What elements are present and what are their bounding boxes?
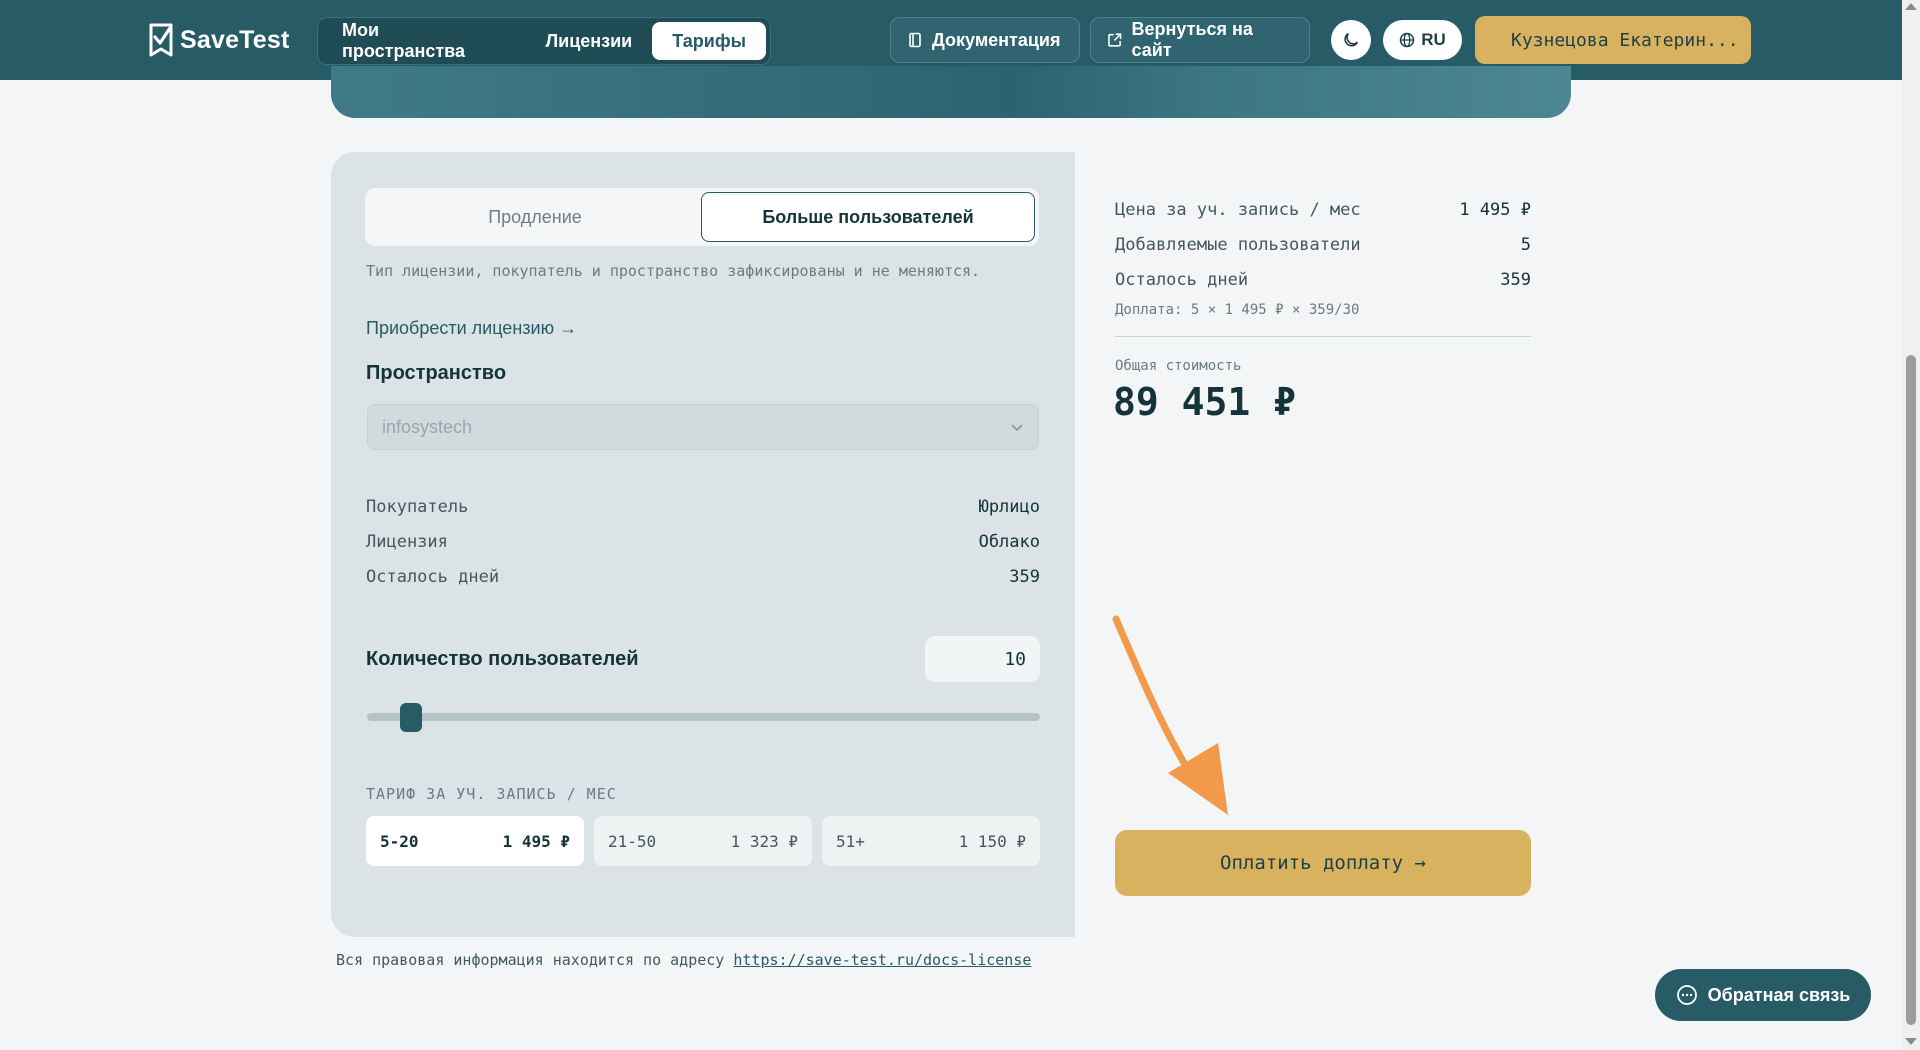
users-count-input[interactable]: [925, 636, 1040, 682]
mode-tabs: Продление Больше пользователей: [365, 188, 1039, 246]
main-nav: Мои пространства Лицензии Тарифы: [317, 17, 771, 65]
total-price: 89 451 ₽: [1113, 380, 1297, 424]
info-row-license: Лицензия Облако: [366, 532, 1040, 552]
summary-row-days-left: Осталось дней 359: [1115, 270, 1531, 290]
theme-toggle-button[interactable]: [1331, 20, 1371, 60]
price-label: Цена за уч. запись / мес: [1115, 200, 1361, 220]
moon-icon: [1344, 32, 1359, 47]
space-select-value: infosystech: [382, 416, 473, 437]
savetest-logo[interactable]: SaveTest: [148, 20, 290, 60]
tariff-title: ТАРИФ ЗА УЧ. ЗАПИСЬ / МЕС: [366, 785, 617, 803]
tier-51-plus[interactable]: 51+ 1 150 ₽: [822, 816, 1040, 866]
tab-more-users[interactable]: Больше пользователей: [701, 192, 1035, 242]
space-select[interactable]: infosystech: [367, 404, 1039, 450]
back-to-site-button[interactable]: Вернуться на сайт: [1090, 17, 1310, 63]
summary-row-price: Цена за уч. запись / мес 1 495 ₽: [1115, 200, 1531, 220]
total-label: Общая стоимость: [1115, 358, 1242, 374]
external-link-icon: [1108, 33, 1122, 47]
license-value: Облако: [978, 532, 1040, 552]
scroll-up-icon[interactable]: [1905, 3, 1917, 10]
summary-days-label: Осталось дней: [1115, 270, 1249, 290]
hero-banner-bottom: [331, 66, 1571, 118]
documentation-button[interactable]: Документация: [890, 17, 1080, 63]
language-label: RU: [1421, 30, 1446, 49]
tier-21-50[interactable]: 21-50 1 323 ₽: [594, 816, 812, 866]
license-label: Лицензия: [366, 532, 448, 552]
buyer-value: Юрлицо: [978, 497, 1040, 517]
chevron-down-icon: [1011, 424, 1023, 432]
info-row-buyer: Покупатель Юрлицо: [366, 497, 1040, 517]
pay-surcharge-button[interactable]: Оплатить доплату →: [1115, 830, 1531, 896]
summary-divider: [1115, 336, 1531, 337]
logo-text: SaveTest: [180, 25, 290, 54]
info-row-days-left: Осталось дней 359: [366, 567, 1040, 587]
tier-range: 21-50: [608, 831, 657, 851]
space-label: Пространство: [366, 362, 507, 384]
legal-text: Вся правовая информация находится по адр…: [336, 951, 725, 969]
tier-range: 5-20: [380, 831, 419, 851]
book-icon: [909, 32, 921, 48]
chat-bubble-icon: [1676, 985, 1697, 1005]
globe-icon: [1399, 32, 1415, 48]
feedback-button[interactable]: Обратная связь: [1655, 969, 1871, 1021]
tier-price: 1 495 ₽: [502, 831, 570, 851]
legal-info: Вся правовая информация находится по адр…: [336, 951, 1031, 969]
users-count-label: Количество пользователей: [366, 648, 639, 670]
summary-row-added-users: Добавляемые пользователи 5: [1115, 235, 1531, 255]
nav-my-spaces[interactable]: Мои пространства: [322, 20, 526, 61]
legal-link[interactable]: https://save-test.ru/docs-license: [733, 951, 1031, 969]
added-users-label: Добавляемые пользователи: [1115, 235, 1361, 255]
scrollbar-thumb[interactable]: [1906, 355, 1916, 1025]
annotation-arrow-icon: [1112, 615, 1228, 815]
logo-check-icon: [149, 23, 173, 57]
documentation-label: Документация: [932, 29, 1061, 50]
users-slider-handle[interactable]: [399, 703, 422, 732]
added-users-value: 5: [1520, 235, 1531, 255]
tier-range: 51+: [836, 831, 865, 851]
tier-price: 1 323 ₽: [730, 831, 798, 851]
days-left-value: 359: [1009, 567, 1040, 587]
price-value: 1 495 ₽: [1459, 200, 1531, 220]
tier-5-20[interactable]: 5-20 1 495 ₽: [366, 816, 584, 866]
feedback-label: Обратная связь: [1707, 984, 1851, 1005]
nav-licenses[interactable]: Лицензии: [526, 22, 653, 60]
scroll-down-icon[interactable]: [1905, 1038, 1917, 1045]
user-name: Кузнецова Екатерин...: [1511, 29, 1739, 51]
tab-renewal[interactable]: Продление: [369, 192, 701, 242]
buy-license-link[interactable]: Приобрести лицензию →: [366, 318, 577, 339]
user-menu-button[interactable]: Кузнецова Екатерин...: [1475, 16, 1751, 64]
buyer-label: Покупатель: [366, 497, 469, 517]
tier-price: 1 150 ₽: [958, 831, 1026, 851]
back-to-site-label: Вернуться на сайт: [1131, 19, 1253, 60]
nav-tariffs[interactable]: Тарифы: [652, 22, 766, 60]
summary-days-value: 359: [1500, 270, 1531, 290]
fixed-fields-hint: Тип лицензии, покупатель и пространство …: [366, 262, 981, 280]
users-slider-track[interactable]: [367, 713, 1040, 721]
days-left-label: Осталось дней: [366, 567, 500, 587]
language-switch[interactable]: RU: [1383, 20, 1462, 60]
surcharge-formula: Доплата: 5 × 1 495 ₽ × 359/30: [1115, 302, 1360, 318]
